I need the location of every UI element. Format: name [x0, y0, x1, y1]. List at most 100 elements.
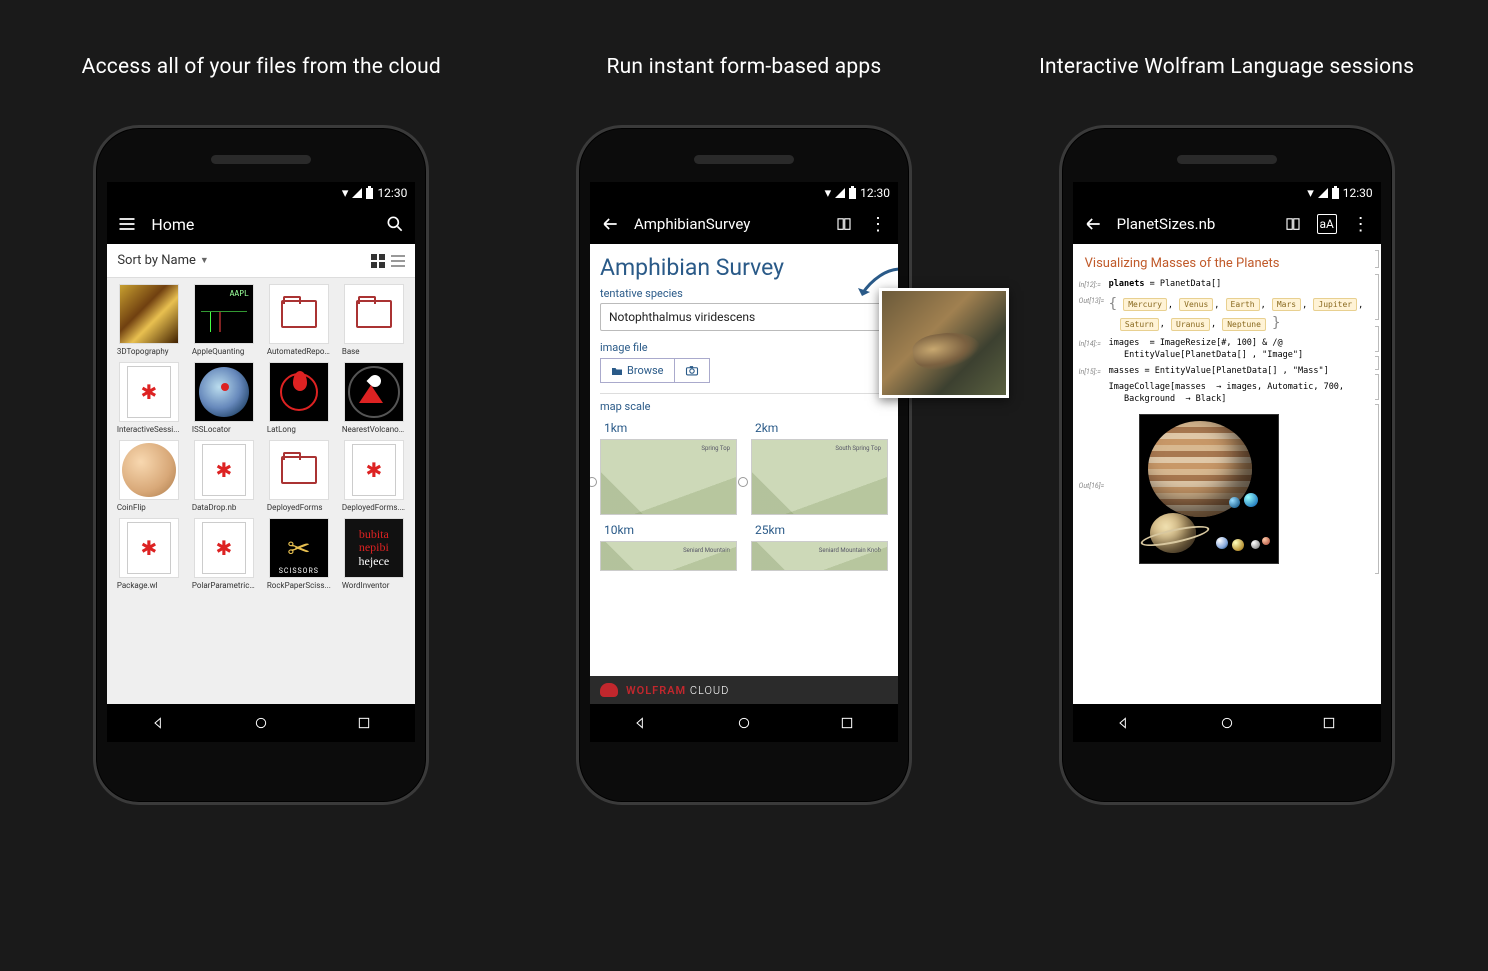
status-bar: ▾ 12:30: [107, 182, 415, 204]
book-icon[interactable]: [1283, 214, 1303, 234]
battery-icon: [1332, 188, 1339, 199]
overflow-icon[interactable]: ⋮: [868, 214, 888, 234]
output-cell: Out[16]=: [1079, 410, 1375, 564]
home-icon[interactable]: [1219, 715, 1235, 731]
text-size-icon[interactable]: aA: [1317, 214, 1337, 234]
clock: 12:30: [1343, 186, 1373, 200]
android-nav: [1073, 704, 1381, 742]
earpiece: [1177, 155, 1277, 164]
list-view-icon[interactable]: [391, 254, 405, 268]
clock: 12:30: [377, 186, 407, 200]
file-tile[interactable]: DeployedForms: [263, 440, 334, 512]
file-tile[interactable]: NearestVolcanoes: [338, 362, 409, 434]
page-title: Home: [151, 215, 194, 234]
notebook-title: Visualizing Masses of the Planets: [1079, 252, 1375, 279]
earpiece: [694, 155, 794, 164]
signal-icon: [352, 188, 362, 198]
input-cell[interactable]: In[12]:= planets = PlanetData[]: [1079, 279, 1375, 291]
salamander-photo: [879, 288, 1009, 398]
caption-3: Interactive Wolfram Language sessions: [1039, 55, 1414, 79]
back-icon[interactable]: [1116, 715, 1132, 731]
phone-3: ▾ 12:30 PlanetSizes.nb aA ⋮: [1059, 125, 1395, 805]
form-heading: Amphibian Survey: [600, 254, 888, 281]
species-input[interactable]: Notophthalmus viridescens: [600, 303, 888, 331]
page-title: PlanetSizes.nb: [1117, 215, 1216, 233]
scale-option[interactable]: 1km Spring Top: [600, 421, 737, 515]
file-tile[interactable]: ✱DataDrop.nb: [188, 440, 259, 512]
file-tile[interactable]: LatLong: [263, 362, 334, 434]
back-icon[interactable]: [633, 715, 649, 731]
back-arrow-icon[interactable]: [1083, 214, 1103, 234]
sort-label: Sort by Name: [117, 253, 196, 268]
page-title: AmphibianSurvey: [634, 215, 750, 233]
field-label: tentative species: [600, 287, 888, 300]
browse-button[interactable]: Browse: [600, 358, 675, 383]
file-tile[interactable]: bubitanepibihejeceWordInventor: [338, 518, 409, 590]
sort-bar[interactable]: Sort by Name ▼: [107, 244, 415, 278]
battery-icon: [366, 188, 373, 199]
search-icon[interactable]: [385, 214, 405, 234]
column-form: Run instant form-based apps ▾ 12:30 Amph…: [514, 55, 974, 805]
app-bar: PlanetSizes.nb aA ⋮: [1073, 204, 1381, 244]
field-label: image file: [600, 341, 888, 354]
input-cell[interactable]: In[14]:= images = ImageResize[#, 100] & …: [1079, 338, 1375, 362]
overflow-icon[interactable]: ⋮: [1351, 214, 1371, 234]
recent-icon[interactable]: [1321, 715, 1337, 731]
android-nav: [107, 704, 415, 742]
file-tile[interactable]: ✱PolarParametric.nb: [188, 518, 259, 590]
earpiece: [211, 155, 311, 164]
file-tile[interactable]: ✱Package.wl: [113, 518, 184, 590]
clock: 12:30: [860, 186, 890, 200]
battery-icon: [849, 188, 856, 199]
status-bar: ▾ 12:30: [1073, 182, 1381, 204]
scale-option[interactable]: 25km Seniard Mountain Knob: [751, 523, 888, 571]
file-tile[interactable]: Base: [338, 284, 409, 356]
brand-bar: WOLFRAM CLOUD: [590, 676, 898, 704]
caption-2: Run instant form-based apps: [607, 55, 882, 79]
cloud-icon: [600, 683, 618, 697]
file-tile[interactable]: AutomatedRepor...: [263, 284, 334, 356]
phone-1: ▾ 12:30 Home Sort: [93, 125, 429, 805]
wifi-icon: ▾: [342, 187, 349, 200]
camera-button[interactable]: [675, 358, 710, 383]
signal-icon: [1318, 188, 1328, 198]
chevron-down-icon: ▼: [200, 255, 209, 266]
wifi-icon: ▾: [825, 187, 832, 200]
caption-1: Access all of your files from the cloud: [82, 55, 441, 79]
folder-open-icon: [611, 366, 623, 376]
signal-icon: [835, 188, 845, 198]
file-tile[interactable]: 3DTopography: [113, 284, 184, 356]
wifi-icon: ▾: [1307, 187, 1314, 200]
file-tile[interactable]: ✱InteractiveSessi...: [113, 362, 184, 434]
phone-2: ▾ 12:30 AmphibianSurvey ⋮: [576, 125, 912, 805]
grid-view-icon[interactable]: [371, 254, 385, 268]
book-icon[interactable]: [834, 214, 854, 234]
back-icon[interactable]: [151, 715, 167, 731]
planet-collage: [1139, 414, 1279, 564]
output-cell: Out[13]= { Mercury, Venus, Earth, Mars, …: [1079, 295, 1375, 334]
recent-icon[interactable]: [356, 715, 372, 731]
status-bar: ▾ 12:30: [590, 182, 898, 204]
column-notebook: Interactive Wolfram Language sessions ▾ …: [997, 55, 1457, 805]
file-tile[interactable]: AppleQuanting: [188, 284, 259, 356]
file-tile[interactable]: ISSLocator: [188, 362, 259, 434]
scale-option[interactable]: 2km South Spring Top: [751, 421, 888, 515]
scale-option[interactable]: 10km Seniard Mountain: [600, 523, 737, 571]
camera-icon: [685, 365, 699, 376]
recent-icon[interactable]: [839, 715, 855, 731]
field-label: map scale: [600, 400, 888, 413]
file-grid: 3DTopography AppleQuanting AutomatedRepo…: [107, 278, 415, 596]
back-arrow-icon[interactable]: [600, 214, 620, 234]
column-files: Access all of your files from the cloud …: [31, 55, 491, 805]
app-bar: AmphibianSurvey ⋮: [590, 204, 898, 244]
file-tile[interactable]: ✂SCISSORSRockPaperSciss...: [263, 518, 334, 590]
input-cell[interactable]: ImageCollage[masses → images, Automatic,…: [1079, 382, 1375, 406]
input-cell[interactable]: In[15]:= masses = EntityValue[PlanetData…: [1079, 366, 1375, 378]
file-tile[interactable]: ✱DeployedForms.nb: [338, 440, 409, 512]
hamburger-icon[interactable]: [117, 214, 137, 234]
app-bar: Home: [107, 204, 415, 244]
android-nav: [590, 704, 898, 742]
file-tile[interactable]: CoinFlip: [113, 440, 184, 512]
home-icon[interactable]: [253, 715, 269, 731]
home-icon[interactable]: [736, 715, 752, 731]
